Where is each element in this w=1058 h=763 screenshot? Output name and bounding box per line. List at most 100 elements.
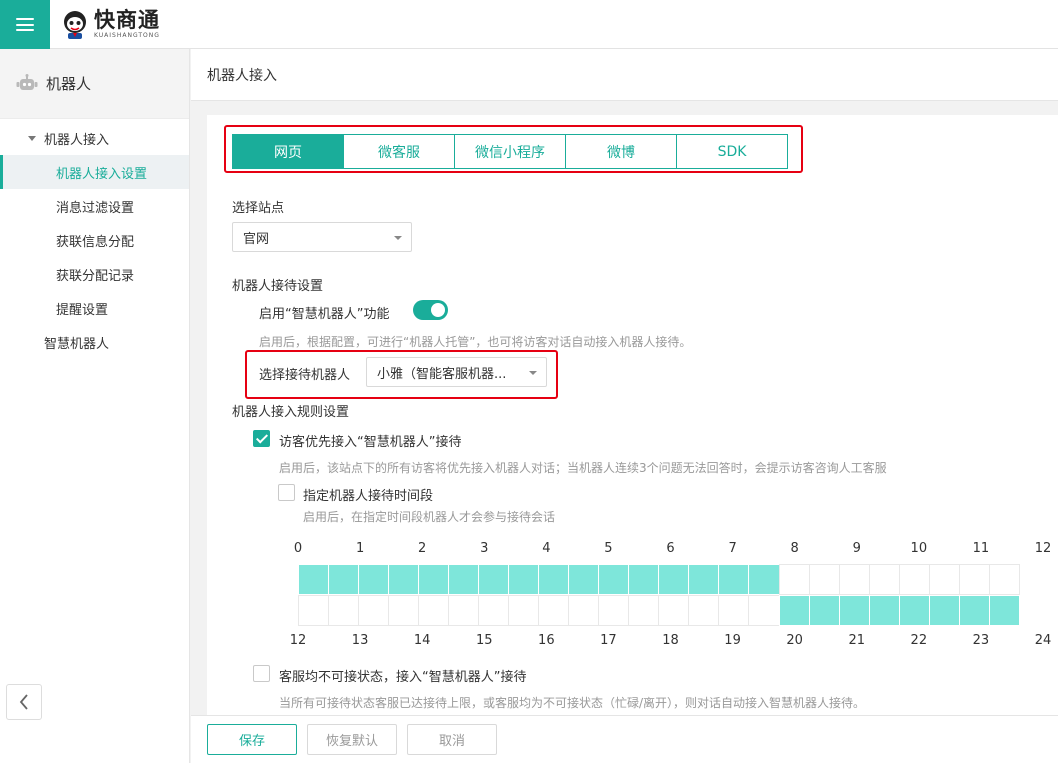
bottom-slot-cell[interactable]	[748, 595, 780, 626]
top-slot-cell[interactable]	[328, 564, 360, 595]
bottom-hour-label: 16	[538, 633, 555, 648]
top-slot-cell[interactable]	[568, 564, 600, 595]
top-slot-cell[interactable]	[958, 564, 990, 595]
unavailable-checkbox[interactable]	[253, 665, 270, 682]
site-select[interactable]: 官网	[232, 222, 412, 252]
bottom-slot-cell[interactable]	[568, 595, 600, 626]
bottom-slot-cell[interactable]	[988, 595, 1020, 626]
brand-name-en: KUAISHANGTONG	[94, 31, 160, 39]
sidebar-item-lead-distribution[interactable]: 获联信息分配	[0, 223, 189, 257]
bottom-slot-cell[interactable]	[928, 595, 960, 626]
bottom-slot-cell[interactable]	[508, 595, 540, 626]
bottom-slot-cell[interactable]	[658, 595, 690, 626]
top-slot-cell[interactable]	[388, 564, 420, 595]
top-hour-label: 0	[293, 541, 303, 556]
top-hour-label: 1	[355, 541, 365, 556]
top-hour-label: 6	[666, 541, 675, 556]
bottom-slot-cell[interactable]	[328, 595, 360, 626]
top-slot-cell[interactable]	[598, 564, 630, 595]
bottom-hour-label: 22	[910, 633, 928, 648]
bottom-hour-label: 24	[1034, 633, 1052, 648]
bottom-slot-cell[interactable]	[418, 595, 450, 626]
top-hour-label: 5	[604, 541, 613, 556]
collapse-sidebar-button[interactable]	[6, 684, 42, 720]
sidebar-item-message-filter[interactable]: 消息过滤设置	[0, 189, 189, 223]
site-select-value: 官网	[243, 231, 270, 247]
chevron-left-icon	[19, 694, 28, 710]
top-slot-cell[interactable]	[718, 564, 750, 595]
top-slot-cell[interactable]	[808, 564, 840, 595]
top-slot-cell[interactable]	[448, 564, 480, 595]
top-slot-cell[interactable]	[538, 564, 570, 595]
top-hour-label: 9	[852, 541, 861, 556]
sidebar-item-reminder[interactable]: 提醒设置	[0, 291, 189, 325]
top-slot-cell[interactable]	[868, 564, 900, 595]
tab-wechat-service[interactable]: 微客服	[343, 134, 455, 169]
schedule-bottom-row	[298, 595, 1043, 626]
sidebar-group-label: 机器人接入	[44, 132, 110, 148]
reset-default-button[interactable]: 恢复默认	[307, 724, 397, 755]
bottom-slot-cell[interactable]	[808, 595, 840, 626]
sidebar-group-robot-access[interactable]: 机器人接入	[0, 121, 189, 155]
sidebar-item-lead-records[interactable]: 获联分配记录	[0, 257, 189, 291]
schedule-bottom-hours: 12 13 14 15 16 17 18 19 20 21 22 23 24	[290, 633, 1052, 649]
top-slot-cell[interactable]	[898, 564, 930, 595]
top-slot-cell[interactable]	[748, 564, 780, 595]
top-slot-cell[interactable]	[688, 564, 720, 595]
bottom-hour-label: 21	[848, 633, 866, 648]
sidebar-item-smart-robot[interactable]: 智慧机器人	[0, 325, 189, 359]
menu-button[interactable]	[0, 0, 50, 49]
bottom-slot-cell[interactable]	[478, 595, 510, 626]
priority-checkbox[interactable]	[253, 430, 270, 447]
top-slot-cell[interactable]	[778, 564, 810, 595]
period-label: 指定机器人接待时间段	[303, 489, 434, 504]
schedule-top-hours: 0 1 2 3 4 5 6 7 8 9 10 11 12	[294, 541, 1051, 557]
top-slot-cell[interactable]	[298, 564, 330, 595]
sidebar-header: 机器人	[0, 49, 189, 119]
tab-wechat-miniprogram[interactable]: 微信小程序	[454, 134, 566, 169]
channel-tabs: 网页 微客服 微信小程序 微博 SDK	[232, 134, 788, 169]
bottom-slot-cell[interactable]	[388, 595, 420, 626]
bottom-slot-cell[interactable]	[898, 595, 930, 626]
top-hour-label: 11	[972, 541, 990, 556]
bottom-slot-cell[interactable]	[598, 595, 630, 626]
bottom-slot-cell[interactable]	[628, 595, 660, 626]
top-slot-cell[interactable]	[418, 564, 450, 595]
save-button[interactable]: 保存	[207, 724, 297, 755]
top-hour-label: 3	[480, 541, 489, 556]
bottom-slot-cell[interactable]	[688, 595, 720, 626]
top-slot-cell[interactable]	[988, 564, 1020, 595]
bottom-slot-cell[interactable]	[448, 595, 480, 626]
bottom-slot-cell[interactable]	[298, 595, 330, 626]
brand-name: 快商通	[94, 7, 160, 32]
bottom-slot-cell[interactable]	[718, 595, 750, 626]
top-slot-cell[interactable]	[928, 564, 960, 595]
cancel-button[interactable]: 取消	[407, 724, 497, 755]
top-slot-cell[interactable]	[628, 564, 660, 595]
bottom-slot-cell[interactable]	[538, 595, 570, 626]
robot-select[interactable]: 小雅（智能客服机器...	[366, 357, 547, 387]
tab-web[interactable]: 网页	[232, 134, 344, 169]
period-checkbox[interactable]	[278, 484, 295, 501]
top-hour-label: 12	[1034, 541, 1052, 556]
top-slot-cell[interactable]	[658, 564, 690, 595]
bottom-slot-cell[interactable]	[868, 595, 900, 626]
tab-sdk[interactable]: SDK	[676, 134, 788, 169]
top-slot-cell[interactable]	[838, 564, 870, 595]
top-slot-cell[interactable]	[478, 564, 510, 595]
tab-weibo[interactable]: 微博	[565, 134, 677, 169]
bottom-hour-label: 20	[786, 633, 803, 648]
bottom-hour-label: 23	[972, 633, 990, 648]
unavailable-label: 客服均不可接状态，接入“智慧机器人”接待	[279, 670, 527, 685]
bottom-slot-cell[interactable]	[958, 595, 990, 626]
bottom-slot-cell[interactable]	[838, 595, 870, 626]
top-slot-cell[interactable]	[358, 564, 390, 595]
bottom-hour-label: 13	[351, 633, 369, 648]
sidebar-item-access-settings[interactable]: 机器人接入设置	[0, 155, 189, 189]
top-slot-cell[interactable]	[508, 564, 540, 595]
enable-robot-toggle[interactable]	[413, 300, 448, 320]
bottom-slot-cell[interactable]	[778, 595, 810, 626]
footer-actions: 保存 恢复默认 取消	[191, 715, 1058, 763]
top-hour-label: 4	[542, 541, 551, 556]
bottom-slot-cell[interactable]	[358, 595, 390, 626]
